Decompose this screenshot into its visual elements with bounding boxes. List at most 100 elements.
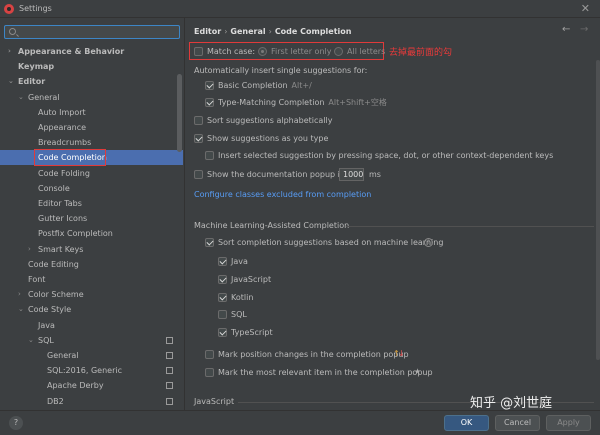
radio-circle — [334, 47, 343, 56]
tree-item-label: Code Editing — [28, 260, 79, 269]
tree-item-label: Breadcrumbs — [38, 138, 92, 147]
tree-item-general[interactable]: ⌄ General — [0, 90, 183, 105]
checkbox-box — [218, 328, 227, 337]
highlight-box-code-completion — [34, 149, 106, 166]
tree-item-smart-keys[interactable]: › Smart Keys — [0, 242, 183, 257]
tree-item-appearance-behavior[interactable]: › Appearance & Behavior — [0, 44, 183, 59]
tree-item-color-scheme[interactable]: › Color Scheme — [0, 287, 183, 302]
mark-relevant-label: Mark the most relevant item in the compl… — [218, 368, 433, 377]
checkbox-box — [205, 151, 214, 160]
tree-item-label: Postfix Completion — [38, 229, 113, 238]
chevron-right-icon: › — [18, 290, 21, 298]
tree-item-code-folding[interactable]: Code Folding — [0, 166, 183, 181]
tree-item-label: Appearance — [38, 123, 87, 132]
ok-button[interactable]: OK — [444, 415, 489, 431]
match-case-label: Match case: — [207, 47, 256, 56]
tree-item-label: Editor Tabs — [38, 199, 82, 208]
ml-language-label: TypeScript — [231, 328, 273, 337]
breadcrumb-editor: Editor — [194, 27, 222, 36]
tree-item-postfix-completion[interactable]: Postfix Completion — [0, 226, 183, 241]
checkbox-box — [194, 116, 203, 125]
checkbox-box — [218, 275, 227, 284]
tree-item-label: SQL — [38, 336, 54, 345]
tree-item-label: Gutter Icons — [38, 214, 88, 223]
tree-item-appearance[interactable]: Appearance — [0, 120, 183, 135]
auto-insert-heading: Automatically insert single suggestions … — [194, 66, 368, 75]
tree-item-label: General — [47, 351, 79, 360]
project-scope-icon — [166, 382, 173, 389]
tree-item-auto-import[interactable]: Auto Import — [0, 105, 183, 120]
radio-circle — [258, 47, 267, 56]
ms-unit-label: ms — [369, 170, 381, 179]
help-button[interactable]: ? — [9, 416, 23, 430]
tree-item-sql2016-generic[interactable]: SQL:2016, Generic — [0, 363, 183, 378]
tree-item-label: General — [28, 93, 60, 102]
tree-item-breadcrumbs[interactable]: Breadcrumbs — [0, 135, 183, 150]
back-arrow-icon[interactable]: ← — [562, 24, 570, 35]
breadcrumb-code-completion: Code Completion — [274, 27, 352, 36]
tree-item-font[interactable]: Font — [0, 272, 183, 287]
settings-sidebar: › Appearance & Behavior Keymap ⌄ Editor … — [0, 18, 185, 410]
project-scope-icon — [166, 352, 173, 359]
help-icon[interactable]: ? — [424, 238, 433, 247]
basic-completion-text: Basic Completion — [218, 81, 288, 90]
content-scrollbar[interactable] — [596, 60, 600, 360]
ml-language-label: SQL — [231, 310, 247, 319]
configure-classes-link[interactable]: Configure classes excluded from completi… — [194, 190, 371, 199]
tree-item-label: SQL:2016, Generic — [47, 366, 122, 375]
chevron-right-icon: › — [28, 245, 31, 253]
checkbox-box — [205, 98, 214, 107]
checkbox-box — [194, 170, 203, 179]
tree-item-label: Appearance & Behavior — [18, 47, 125, 56]
tree-item-code-editing[interactable]: Code Editing — [0, 257, 183, 272]
tree-item-gutter-icons[interactable]: Gutter Icons — [0, 211, 183, 226]
checkbox-box — [205, 238, 214, 247]
tree-item-label: Console — [38, 184, 70, 193]
checkbox-box — [205, 350, 214, 359]
type-matching-label: Type-Matching Completion Alt+Shift+空格 — [218, 97, 387, 109]
shortcut-hint: Alt+Shift+空格 — [328, 98, 387, 107]
ml-heading: Machine Learning-Assisted Completion — [194, 221, 350, 230]
section-divider — [346, 226, 594, 227]
tree-item-label: Code Style — [28, 305, 72, 314]
tree-item-label: Apache Derby — [47, 381, 104, 390]
tree-item-db2[interactable]: DB2 — [0, 394, 183, 409]
star-icon: ★ — [414, 367, 422, 376]
ml-language-label: JavaScript — [231, 275, 272, 284]
show-as-you-type-label: Show suggestions as you type — [207, 134, 329, 143]
project-scope-icon — [166, 398, 173, 405]
tree-item-sql-general[interactable]: General — [0, 348, 183, 363]
red-annotation: 去掉最前面的勾 — [389, 48, 453, 58]
breadcrumb-general: General — [230, 27, 266, 36]
forward-arrow-icon[interactable]: → — [580, 24, 588, 35]
tree-item-code-style[interactable]: ⌄ Code Style — [0, 302, 183, 317]
documentation-delay-input[interactable] — [339, 168, 364, 181]
dialog-footer: ? OK Cancel Apply — [0, 410, 600, 435]
apply-button[interactable]: Apply — [546, 415, 591, 431]
sort-ml-label: Sort completion suggestions based on mac… — [218, 238, 444, 247]
chevron-down-icon: ⌄ — [8, 77, 14, 85]
tree-item-label: Auto Import — [38, 108, 86, 117]
tree-item-java[interactable]: Java — [0, 318, 183, 333]
checkbox-box — [218, 257, 227, 266]
tree-item-apache-derby[interactable]: Apache Derby — [0, 378, 183, 393]
tree-item-editor-tabs[interactable]: Editor Tabs — [0, 196, 183, 211]
documentation-popup-label: Show the documentation popup in — [207, 170, 345, 179]
search-input[interactable] — [4, 25, 180, 39]
breadcrumb-separator: › — [268, 27, 272, 36]
tree-item-sql[interactable]: ⌄ SQL — [0, 333, 183, 348]
tree-item-editor[interactable]: ⌄ Editor — [0, 74, 183, 89]
checkbox-box — [194, 47, 203, 56]
checkbox-box — [205, 81, 214, 90]
type-matching-text: Type-Matching Completion — [218, 98, 325, 107]
cancel-button[interactable]: Cancel — [495, 415, 540, 431]
settings-content: Editor › General › Code Completion ← → Match… — [186, 18, 600, 410]
close-icon[interactable]: ✕ — [581, 2, 590, 15]
sidebar-scrollbar[interactable] — [177, 74, 182, 152]
tree-item-label: Editor — [18, 77, 46, 86]
tree-item-label: Color Scheme — [28, 290, 84, 299]
tree-item-keymap[interactable]: Keymap — [0, 59, 183, 74]
project-scope-icon — [166, 337, 173, 344]
ml-language-label: Java — [231, 257, 248, 266]
tree-item-console[interactable]: Console — [0, 181, 183, 196]
